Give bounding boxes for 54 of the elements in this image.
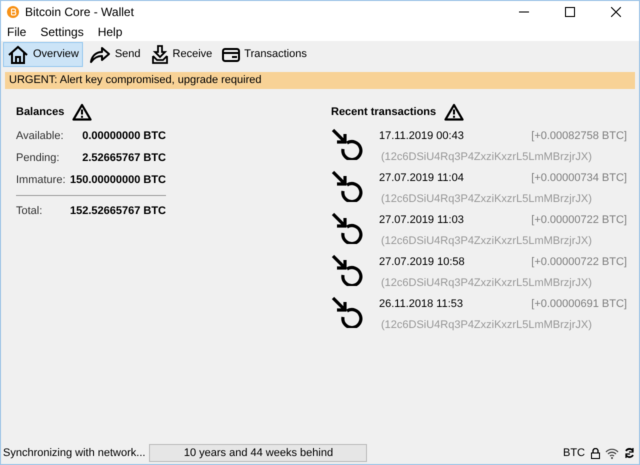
close-icon <box>611 7 621 17</box>
menu-item[interactable]: Settings <box>40 23 84 41</box>
inbox-icon <box>150 44 169 64</box>
transaction-date: 27.07.2019 10:58 <box>379 255 465 270</box>
status-message: Synchronizing with network... <box>3 446 146 461</box>
balance-value: 150.00000000 BTC <box>70 172 166 188</box>
balance-value: 2.52665767 BTC <box>81 150 166 166</box>
arrow-icon <box>88 46 111 64</box>
sync-progress-bar: 10 years and 44 weeks behind <box>149 444 368 462</box>
transaction-date: 27.07.2019 11:03 <box>379 213 464 228</box>
menu-item[interactable]: Help <box>98 23 122 41</box>
transaction-address: (12c6DSiU4Rq3P4ZxziKxzrL5LmMBrzjrJX) <box>381 150 593 164</box>
window-title: Bitcoin Core - Wallet <box>25 4 134 21</box>
transaction-date: 26.11.2018 11:53 <box>379 297 464 312</box>
alert-message: URGENT: Alert key compromised, upgrade required <box>9 73 262 88</box>
lock-icon <box>591 448 600 458</box>
balance-label: Immature: <box>16 172 67 188</box>
transaction-date: 27.07.2019 11:04 <box>379 171 464 186</box>
unit-label: BTC <box>563 446 585 461</box>
menu-item[interactable]: File <box>7 23 26 41</box>
transaction-amount: [+0.00000691 BTC] <box>531 297 627 312</box>
incoming-pending-icon <box>331 296 363 328</box>
maximize-icon <box>565 7 575 17</box>
balance-label: Total: <box>16 204 44 219</box>
toolbar-tab[interactable]: Receive <box>146 42 216 67</box>
transaction-amount: [+0.00000722 BTC] <box>531 213 627 228</box>
toolbar-tab[interactable]: Transactions <box>218 42 311 67</box>
transaction-address: (12c6DSiU4Rq3P4ZxziKxzrL5LmMBrzjrJX) <box>381 192 593 206</box>
house-icon <box>7 44 29 64</box>
sync-icon <box>624 447 635 459</box>
bitcoin-logo-icon <box>7 6 19 18</box>
balance-label: Pending: <box>16 150 60 166</box>
transaction-amount: [+0.00000734 BTC] <box>531 171 627 186</box>
incoming-pending-icon <box>331 254 363 286</box>
network-icon <box>605 448 619 458</box>
section-title: Recent transactions <box>331 104 436 120</box>
transaction-address: (12c6DSiU4Rq3P4ZxziKxzrL5LmMBrzjrJX) <box>381 276 593 290</box>
toolbar-tab[interactable]: Overview <box>3 42 83 67</box>
warning-icon <box>444 103 464 121</box>
incoming-pending-icon <box>331 212 363 244</box>
balance-label: Available: <box>16 128 64 144</box>
card-icon <box>222 48 240 62</box>
balance-value: 152.52665767 BTC <box>70 204 166 219</box>
transaction-amount: [+0.00000722 BTC] <box>531 255 627 270</box>
transaction-date: 17.11.2019 00:43 <box>379 129 464 144</box>
transaction-address: (12c6DSiU4Rq3P4ZxziKxzrL5LmMBrzjrJX) <box>381 234 593 248</box>
toolbar-tab[interactable]: Send <box>84 42 145 67</box>
incoming-pending-icon <box>331 128 363 160</box>
section-title: Balances <box>16 104 64 120</box>
balance-value: 0.00000000 BTC <box>81 128 166 144</box>
incoming-pending-icon <box>331 170 363 202</box>
transaction-address: (12c6DSiU4Rq3P4ZxziKxzrL5LmMBrzjrJX) <box>381 318 593 332</box>
warning-icon <box>72 103 92 121</box>
transaction-amount: [+0.00082758 BTC] <box>531 129 627 144</box>
